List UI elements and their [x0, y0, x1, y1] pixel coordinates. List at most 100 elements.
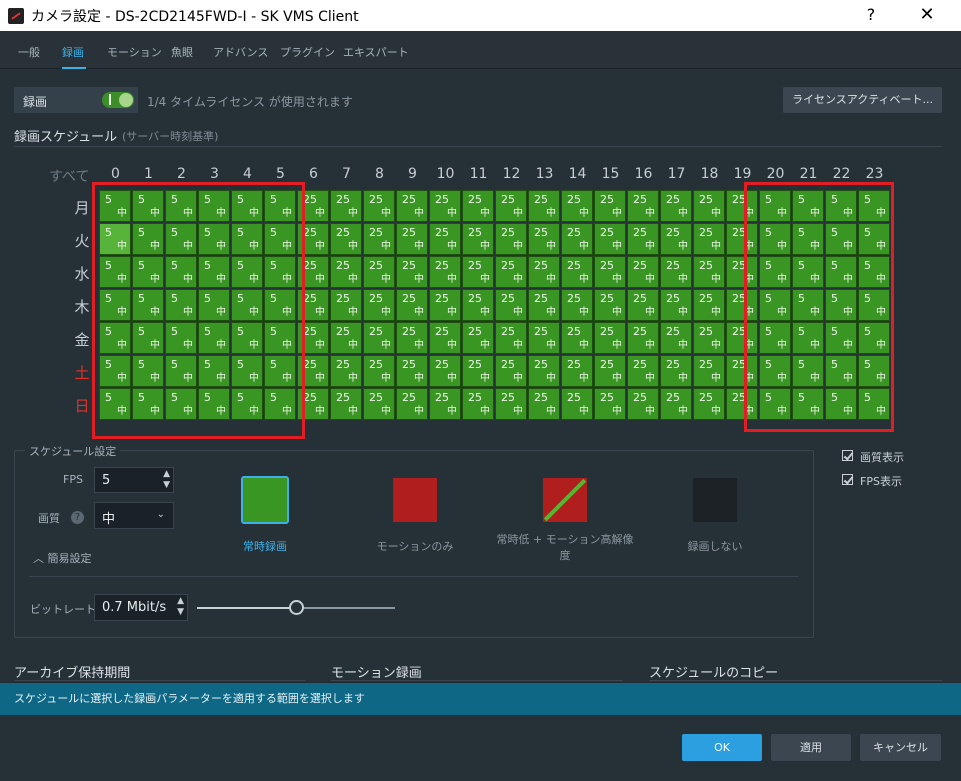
schedule-cell[interactable]: 25 中 [528, 223, 560, 255]
schedule-cell[interactable]: 25 中 [561, 289, 593, 321]
hour-label[interactable]: 12 [495, 166, 528, 182]
mode-no-record-swatch[interactable] [693, 478, 737, 522]
spin-arrows-icon[interactable]: ▲ ▼ [177, 596, 184, 618]
schedule-cell[interactable]: 25 中 [660, 388, 692, 420]
hour-label[interactable]: 18 [693, 166, 726, 182]
schedule-cell[interactable]: 25 中 [363, 355, 395, 387]
schedule-cell[interactable]: 25 中 [462, 256, 494, 288]
day-label[interactable]: 火 [70, 230, 94, 251]
schedule-cell[interactable]: 25 中 [528, 322, 560, 354]
hour-label[interactable]: 6 [297, 166, 330, 182]
schedule-cell[interactable]: 25 中 [528, 289, 560, 321]
schedule-cell[interactable]: 25 中 [429, 223, 461, 255]
schedule-cell[interactable]: 25 中 [396, 223, 428, 255]
bitrate-spinbox[interactable]: 0.7 Mbit/s ▲ ▼ [94, 594, 188, 621]
tab-general[interactable]: 一般 [18, 44, 40, 60]
schedule-cell[interactable]: 25 中 [627, 223, 659, 255]
schedule-cell[interactable]: 25 中 [627, 355, 659, 387]
schedule-cell[interactable]: 25 中 [462, 289, 494, 321]
schedule-cell[interactable]: 25 中 [462, 190, 494, 222]
cancel-button[interactable]: キャンセル [860, 734, 941, 761]
schedule-cell[interactable]: 25 中 [660, 355, 692, 387]
day-label[interactable]: 日 [70, 395, 94, 416]
schedule-cell[interactable]: 25 中 [693, 256, 725, 288]
ok-button[interactable]: OK [682, 734, 762, 761]
show-quality-checkbox[interactable] [842, 450, 853, 461]
schedule-cell[interactable]: 25 中 [594, 322, 626, 354]
schedule-cell[interactable]: 25 中 [429, 289, 461, 321]
schedule-cell[interactable]: 25 中 [561, 190, 593, 222]
schedule-cell[interactable]: 25 中 [363, 190, 395, 222]
schedule-cell[interactable]: 25 中 [561, 322, 593, 354]
schedule-cell[interactable]: 25 中 [495, 223, 527, 255]
schedule-cell[interactable]: 25 中 [528, 256, 560, 288]
schedule-cell[interactable]: 25 中 [561, 223, 593, 255]
schedule-cell[interactable]: 25 中 [495, 355, 527, 387]
schedule-cell[interactable]: 25 中 [330, 322, 362, 354]
hour-label[interactable]: 9 [396, 166, 429, 182]
hour-label[interactable]: 20 [759, 166, 792, 182]
day-label[interactable]: 月 [70, 197, 94, 218]
schedule-cell[interactable]: 25 中 [594, 256, 626, 288]
schedule-cell[interactable]: 25 中 [660, 256, 692, 288]
mode-always-swatch[interactable] [243, 478, 287, 522]
mode-low-motion-high-swatch[interactable] [543, 478, 587, 522]
tab-plugin[interactable]: プラグイン [280, 44, 335, 60]
tab-recording[interactable]: 録画 [62, 44, 84, 60]
recording-switch[interactable] [102, 92, 134, 108]
hour-label[interactable]: 23 [858, 166, 891, 182]
schedule-cell[interactable]: 25 中 [693, 388, 725, 420]
tab-advanced[interactable]: アドバンス [213, 44, 268, 60]
schedule-cell[interactable]: 25 中 [495, 322, 527, 354]
schedule-cell[interactable]: 25 中 [363, 322, 395, 354]
hour-label[interactable]: 0 [99, 166, 132, 182]
schedule-cell[interactable]: 25 中 [660, 322, 692, 354]
schedule-cell[interactable]: 25 中 [693, 223, 725, 255]
schedule-cell[interactable]: 25 中 [429, 322, 461, 354]
mode-motion-only-swatch[interactable] [393, 478, 437, 522]
day-label[interactable]: 木 [70, 296, 94, 317]
schedule-cell[interactable]: 25 中 [627, 322, 659, 354]
schedule-cell[interactable]: 25 中 [330, 190, 362, 222]
hour-label[interactable]: 14 [561, 166, 594, 182]
tab-fisheye[interactable]: 魚眼 [171, 44, 193, 60]
hour-label[interactable]: 1 [132, 166, 165, 182]
schedule-cell[interactable]: 25 中 [363, 256, 395, 288]
schedule-cell[interactable]: 25 中 [627, 289, 659, 321]
schedule-cell[interactable]: 25 中 [594, 190, 626, 222]
schedule-cell[interactable]: 25 中 [693, 322, 725, 354]
hour-label[interactable]: 2 [165, 166, 198, 182]
schedule-cell[interactable]: 25 中 [363, 223, 395, 255]
hour-label[interactable]: 21 [792, 166, 825, 182]
schedule-cell[interactable]: 25 中 [627, 388, 659, 420]
schedule-cell[interactable]: 25 中 [396, 289, 428, 321]
schedule-cell[interactable]: 25 中 [330, 289, 362, 321]
hour-label[interactable]: 7 [330, 166, 363, 182]
schedule-cell[interactable]: 25 中 [429, 190, 461, 222]
fps-spinbox[interactable]: 5 ▲ ▼ [94, 467, 174, 493]
schedule-cell[interactable]: 25 中 [594, 355, 626, 387]
schedule-cell[interactable]: 25 中 [396, 388, 428, 420]
schedule-cell[interactable]: 25 中 [660, 190, 692, 222]
schedule-cell[interactable]: 25 中 [627, 190, 659, 222]
schedule-cell[interactable]: 25 中 [429, 256, 461, 288]
apply-button[interactable]: 適用 [771, 734, 851, 761]
hour-label[interactable]: 11 [462, 166, 495, 182]
schedule-cell[interactable]: 25 中 [495, 256, 527, 288]
schedule-cell[interactable]: 25 中 [561, 256, 593, 288]
hour-label[interactable]: 19 [726, 166, 759, 182]
schedule-cell[interactable]: 25 中 [561, 355, 593, 387]
schedule-cell[interactable]: 25 中 [462, 223, 494, 255]
schedule-cell[interactable]: 25 中 [330, 223, 362, 255]
hour-label[interactable]: 5 [264, 166, 297, 182]
show-fps-checkbox[interactable] [842, 474, 853, 485]
simple-settings-toggle[interactable]: ︿ 簡易設定 [33, 550, 92, 566]
select-all-cell[interactable]: すべて [49, 166, 89, 186]
hour-label[interactable]: 4 [231, 166, 264, 182]
schedule-cell[interactable]: 25 中 [627, 256, 659, 288]
hour-label[interactable]: 3 [198, 166, 231, 182]
hour-label[interactable]: 10 [429, 166, 462, 182]
help-button[interactable]: ? [851, 3, 891, 27]
hour-label[interactable]: 13 [528, 166, 561, 182]
schedule-cell[interactable]: 25 中 [495, 190, 527, 222]
